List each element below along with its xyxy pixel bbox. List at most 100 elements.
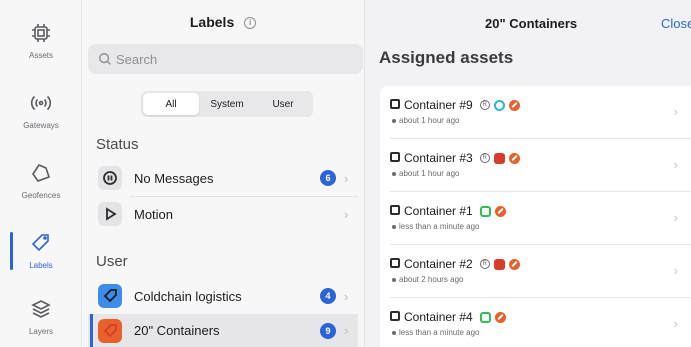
labels-panel-header: Labels i bbox=[82, 14, 364, 30]
asset-last-seen: about 2 hours ago bbox=[392, 275, 464, 284]
selected-row-indicator bbox=[90, 314, 93, 347]
registered-icon: R bbox=[479, 259, 490, 269]
chevron-right-icon: › bbox=[344, 323, 349, 338]
registered-icon: R bbox=[479, 100, 490, 110]
asset-name: Container #1 bbox=[404, 204, 473, 218]
asset-name: Container #3 bbox=[404, 151, 473, 165]
search-box[interactable] bbox=[88, 44, 363, 74]
asset-last-seen: about 1 hour ago bbox=[392, 116, 460, 125]
label-icon bbox=[98, 318, 122, 343]
asset-name: Container #2 bbox=[404, 257, 473, 271]
chevron-right-icon: › bbox=[673, 263, 678, 278]
close-button[interactable]: Close bbox=[661, 16, 691, 31]
container-icon bbox=[390, 149, 400, 167]
count-badge: 9 bbox=[320, 322, 336, 339]
pause-icon bbox=[103, 171, 117, 185]
count-badge: 4 bbox=[320, 288, 336, 304]
nav-item-labels[interactable]: Labels bbox=[0, 218, 82, 282]
asset-last-seen: about 1 hour ago bbox=[392, 169, 460, 178]
asset-title-line: Container #3 R bbox=[390, 149, 520, 167]
asset-row-container-1[interactable]: Container #1 less than a minute ago › bbox=[380, 192, 691, 244]
asset-name: Container #9 bbox=[404, 98, 473, 112]
orange-tag-icon bbox=[508, 99, 520, 111]
label-row-no-messages[interactable]: No Messages 6 › bbox=[88, 161, 358, 195]
nav-item-layers[interactable]: Layers bbox=[0, 284, 82, 347]
asset-name: Container #4 bbox=[404, 310, 473, 324]
label-row-coldchain-logistics[interactable]: Coldchain logistics 4 › bbox=[88, 279, 358, 313]
search-icon bbox=[99, 53, 111, 65]
label-icon bbox=[98, 166, 122, 190]
container-icon bbox=[390, 308, 400, 326]
label-name: No Messages bbox=[134, 170, 214, 186]
tag-icon bbox=[103, 289, 117, 303]
container-icon bbox=[390, 96, 400, 114]
assigned-assets-heading: Assigned assets bbox=[379, 48, 514, 67]
nav-item-label: Layers bbox=[28, 326, 53, 336]
tag-icon bbox=[31, 233, 49, 251]
filter-user[interactable]: User bbox=[255, 93, 311, 115]
assets-panel: 20" Containers Close Assigned assets Con… bbox=[364, 0, 691, 347]
page-title: Labels bbox=[189, 14, 235, 30]
label-name: Motion bbox=[134, 206, 174, 222]
search-input[interactable] bbox=[116, 51, 346, 67]
chevron-right-icon: › bbox=[673, 210, 678, 225]
registered-icon: R bbox=[479, 153, 490, 163]
nav-item-assets[interactable]: Assets bbox=[0, 8, 82, 72]
asset-row-container-9[interactable]: Container #9 R about 1 hour ago › bbox=[380, 86, 691, 138]
asset-list: Container #9 R about 1 hour ago › Contai… bbox=[380, 86, 691, 347]
asset-row-container-2[interactable]: Container #2 R about 2 hours ago › bbox=[380, 245, 691, 297]
asset-row-container-4[interactable]: Container #4 less than a minute ago › bbox=[380, 298, 691, 347]
red-square-tag-icon bbox=[493, 258, 505, 270]
orange-tag-icon bbox=[508, 152, 520, 164]
asset-title-line: Container #1 bbox=[390, 202, 506, 220]
asset-title-line: Container #9 R bbox=[390, 96, 520, 114]
label-icon bbox=[98, 202, 122, 226]
chevron-right-icon: › bbox=[673, 104, 678, 119]
container-icon bbox=[390, 202, 400, 220]
signal-icon bbox=[30, 95, 52, 110]
label-row-motion[interactable]: Motion › bbox=[88, 197, 358, 231]
label-icon bbox=[98, 284, 122, 308]
nav-item-geofences[interactable]: Geofences bbox=[0, 148, 82, 212]
label-row-20-containers[interactable]: 20" Containers 9 › bbox=[88, 314, 358, 347]
nav-item-label: Labels bbox=[29, 260, 53, 270]
chevron-right-icon: › bbox=[673, 157, 678, 172]
green-square-tag-icon bbox=[479, 311, 491, 323]
nav-rail: Assets Gateways Geofences Labels Layers bbox=[0, 0, 82, 347]
asset-title-line: Container #2 R bbox=[390, 255, 520, 273]
green-square-tag-icon bbox=[479, 205, 491, 217]
tag-icon bbox=[103, 323, 117, 337]
info-icon[interactable]: i bbox=[244, 17, 257, 30]
nav-item-gateways[interactable]: Gateways bbox=[0, 78, 82, 142]
assets-panel-title: 20" Containers bbox=[485, 16, 578, 31]
nav-item-label: Assets bbox=[28, 50, 53, 60]
layers-icon bbox=[31, 299, 51, 318]
chevron-right-icon: › bbox=[344, 170, 349, 186]
chevron-right-icon: › bbox=[344, 288, 349, 304]
chevron-right-icon: › bbox=[673, 316, 678, 331]
label-name: Coldchain logistics bbox=[134, 288, 242, 304]
asset-last-seen: less than a minute ago bbox=[392, 222, 480, 231]
chip-icon bbox=[32, 23, 50, 42]
label-name: 20" Containers bbox=[134, 323, 220, 338]
section-heading-status: Status bbox=[96, 136, 139, 153]
orange-tag-icon bbox=[494, 205, 506, 217]
play-icon bbox=[106, 207, 117, 221]
cyan-circle-tag-icon bbox=[493, 99, 505, 111]
assets-header: 20" Containers Close bbox=[365, 0, 691, 40]
nav-item-label: Gateways bbox=[23, 120, 59, 130]
filter-all[interactable]: All bbox=[143, 93, 199, 115]
orange-tag-icon bbox=[494, 311, 506, 323]
filter-system[interactable]: System bbox=[199, 93, 255, 115]
red-square-tag-icon bbox=[493, 152, 505, 164]
asset-row-container-3[interactable]: Container #3 R about 1 hour ago › bbox=[380, 139, 691, 191]
asset-title-line: Container #4 bbox=[390, 308, 506, 326]
asset-last-seen: less than a minute ago bbox=[392, 328, 480, 337]
nav-item-label: Geofences bbox=[21, 190, 61, 200]
label-filter-segmented: All System User bbox=[141, 91, 313, 117]
chevron-right-icon: › bbox=[344, 206, 349, 222]
section-heading-user: User bbox=[96, 253, 128, 270]
orange-tag-icon bbox=[508, 258, 520, 270]
container-icon bbox=[390, 255, 400, 273]
geofence-icon bbox=[32, 163, 51, 182]
